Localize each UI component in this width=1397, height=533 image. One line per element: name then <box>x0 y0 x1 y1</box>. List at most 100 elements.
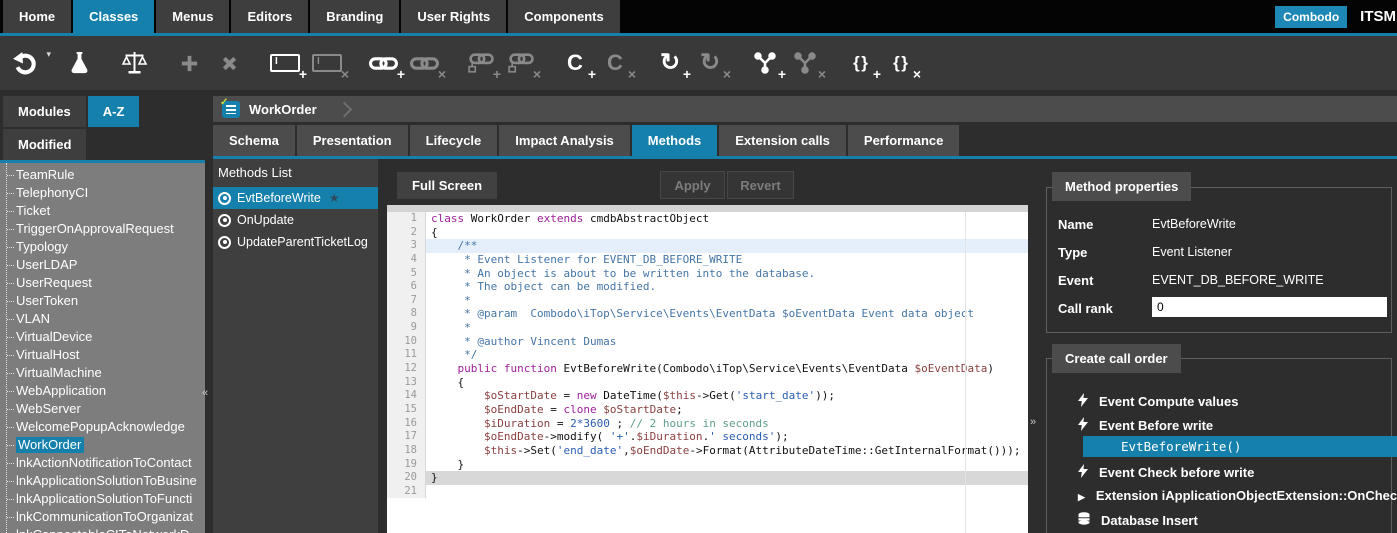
add-linkset-icon[interactable]: + <box>466 48 494 78</box>
method-icon <box>218 214 231 227</box>
tab-schema[interactable]: Schema <box>213 125 295 156</box>
test-flask-icon[interactable] <box>65 48 93 78</box>
class-item-workorder[interactable]: WorkOrder <box>0 436 205 454</box>
nav-tab-editors[interactable]: Editors <box>231 0 308 33</box>
class-item-virtualhost[interactable]: VirtualHost <box>0 346 205 364</box>
add-badge: + <box>588 66 596 82</box>
delete-icon[interactable] <box>215 48 243 78</box>
code-line-10: 10 * @author Vincent Dumas <box>387 335 1028 349</box>
tab-lifecycle[interactable]: Lifecycle <box>410 125 498 156</box>
event-label: Event <box>1058 273 1152 288</box>
call-order-item-event-before-write: Event Before write <box>1078 417 1213 434</box>
method-properties-title: Method properties <box>1052 172 1191 201</box>
method-item-evtbeforewrite[interactable]: EvtBeforeWrite★ <box>213 187 378 209</box>
breadcrumb-class-name[interactable]: WorkOrder <box>249 102 317 117</box>
class-item-lnkapplicationsolutiontofuncti[interactable]: lnkApplicationSolutionToFuncti <box>0 490 205 508</box>
editor-horizontal-scrollbar-top[interactable] <box>387 205 1028 212</box>
nav-tab-menus[interactable]: Menus <box>156 0 229 33</box>
class-item-lnkconnectablecitonetworkd[interactable]: lnkConnectableCIToNetworkD <box>0 526 205 533</box>
delete-field-icon[interactable]: I× <box>312 48 342 78</box>
code-line-14: 14 $oStartDate = new DateTime($this->Get… <box>387 389 1028 403</box>
delete-linkset-icon[interactable]: × <box>506 48 534 78</box>
class-item-welcomepopupacknowledge[interactable]: WelcomePopupAcknowledge <box>0 418 205 436</box>
sidebar-tab-modified[interactable]: Modified <box>3 129 86 160</box>
class-item-userldap[interactable]: UserLDAP <box>0 256 205 274</box>
collapse-sidebar-icon[interactable]: « <box>202 388 208 398</box>
sidebar-tab-modules[interactable]: Modules <box>3 96 86 127</box>
chevron-right-icon <box>336 101 352 117</box>
method-icon <box>218 192 231 205</box>
tab-performance[interactable]: Performance <box>848 125 959 156</box>
code-line-18: 18 $this->Set('end_date',$oEndDate->Form… <box>387 444 1028 458</box>
nav-tab-branding[interactable]: Branding <box>310 0 399 33</box>
remove-badge: × <box>913 66 921 82</box>
delete-lifecycle-icon[interactable]: ↻× <box>696 48 724 78</box>
class-item-lnkactionnotificationtocontact[interactable]: lnkActionNotificationToContact <box>0 454 205 472</box>
property-row-event: Event EVENT_DB_BEFORE_WRITE <box>1058 270 1388 290</box>
class-item-teamrule[interactable]: TeamRule <box>0 166 205 184</box>
class-item-usertoken[interactable]: UserToken <box>0 292 205 310</box>
code-line-19: 19 } <box>387 458 1028 472</box>
class-item-webapplication[interactable]: WebApplication <box>0 382 205 400</box>
class-item-telephonyci[interactable]: TelephonyCI <box>0 184 205 202</box>
full-screen-button[interactable]: Full Screen <box>397 172 497 199</box>
add-link-icon[interactable]: + <box>369 48 398 78</box>
call-order-method-evtbeforewrite[interactable]: EvtBeforeWrite() <box>1083 436 1397 457</box>
nav-tab-home[interactable]: Home <box>3 0 71 33</box>
add-field-icon[interactable]: I+ <box>270 48 300 78</box>
add-badge: + <box>397 66 405 82</box>
class-item-lnkapplicationsolutiontobusine[interactable]: lnkApplicationSolutionToBusine <box>0 472 205 490</box>
call-rank-input[interactable] <box>1152 297 1387 317</box>
type-label: Type <box>1058 245 1152 260</box>
method-item-onupdate[interactable]: OnUpdate <box>213 209 378 231</box>
compare-scales-icon[interactable] <box>120 48 148 78</box>
method-item-updateparentticketlog[interactable]: UpdateParentTicketLog <box>213 231 378 253</box>
product-name: ITSM <box>1360 8 1396 25</box>
delete-method-icon[interactable]: { }× <box>886 48 914 78</box>
class-item-typology[interactable]: Typology <box>0 238 205 256</box>
type-value: Event Listener <box>1152 245 1232 259</box>
revert-button[interactable]: Revert <box>727 171 794 199</box>
add-lifecycle-icon[interactable]: ↻+ <box>656 48 684 78</box>
add-transition-icon[interactable]: + <box>751 48 779 78</box>
remove-badge: × <box>438 66 446 82</box>
delete-link-icon[interactable]: × <box>410 48 439 78</box>
add-class-icon[interactable]: C+ <box>561 48 589 78</box>
class-item-vlan[interactable]: VLAN <box>0 310 205 328</box>
class-item-lnkcommunicationtoorganizat[interactable]: lnkCommunicationToOrganizat <box>0 508 205 526</box>
nav-tab-user-rights[interactable]: User Rights <box>401 0 506 33</box>
delete-class-icon[interactable]: C× <box>601 48 629 78</box>
brand-area: Combodo ITSM <box>1275 0 1397 33</box>
tab-impact-analysis[interactable]: Impact Analysis <box>499 125 630 156</box>
dropdown-caret-icon[interactable]: ▾ <box>46 49 51 60</box>
tab-presentation[interactable]: Presentation <box>297 125 408 156</box>
class-item-ticket[interactable]: Ticket <box>0 202 205 220</box>
class-item-webserver[interactable]: WebServer <box>0 400 205 418</box>
remove-badge: × <box>723 66 731 82</box>
add-icon[interactable] <box>175 48 203 78</box>
tab-methods[interactable]: Methods <box>632 125 717 156</box>
collapse-right-panel-icon[interactable]: » <box>1030 417 1036 427</box>
add-badge: + <box>299 66 307 82</box>
code-line-16: 16 $iDuration = 2*3600 ; // 2 hours in s… <box>387 417 1028 431</box>
delete-transition-icon[interactable]: × <box>791 48 819 78</box>
nav-tab-classes[interactable]: Classes <box>73 0 154 33</box>
print-margin-line <box>965 212 966 533</box>
undo-icon[interactable]: ▾ <box>10 48 38 78</box>
remove-badge: × <box>341 66 349 82</box>
class-item-triggeronapprovalrequest[interactable]: TriggerOnApprovalRequest <box>0 220 205 238</box>
class-item-virtualmachine[interactable]: VirtualMachine <box>0 364 205 382</box>
class-item-userrequest[interactable]: UserRequest <box>0 274 205 292</box>
call-order-item-event-check-before-write: Event Check before write <box>1078 464 1254 481</box>
add-method-icon[interactable]: { }+ <box>846 48 874 78</box>
property-row-type: Type Event Listener <box>1058 242 1388 262</box>
tab-extension-calls[interactable]: Extension calls <box>719 125 846 156</box>
code-editor[interactable]: 1class WorkOrder extends cmdbAbstractObj… <box>387 205 1028 533</box>
apply-button[interactable]: Apply <box>660 171 725 199</box>
class-item-virtualdevice[interactable]: VirtualDevice <box>0 328 205 346</box>
object-tabs-accent-line <box>213 156 1397 159</box>
sidebar-tab-a-z[interactable]: A-Z <box>88 96 140 127</box>
methods-list-panel: Methods List EvtBeforeWrite★OnUpdateUpda… <box>213 159 378 533</box>
nav-tab-components[interactable]: Components <box>508 0 619 33</box>
event-icon <box>1078 393 1088 410</box>
